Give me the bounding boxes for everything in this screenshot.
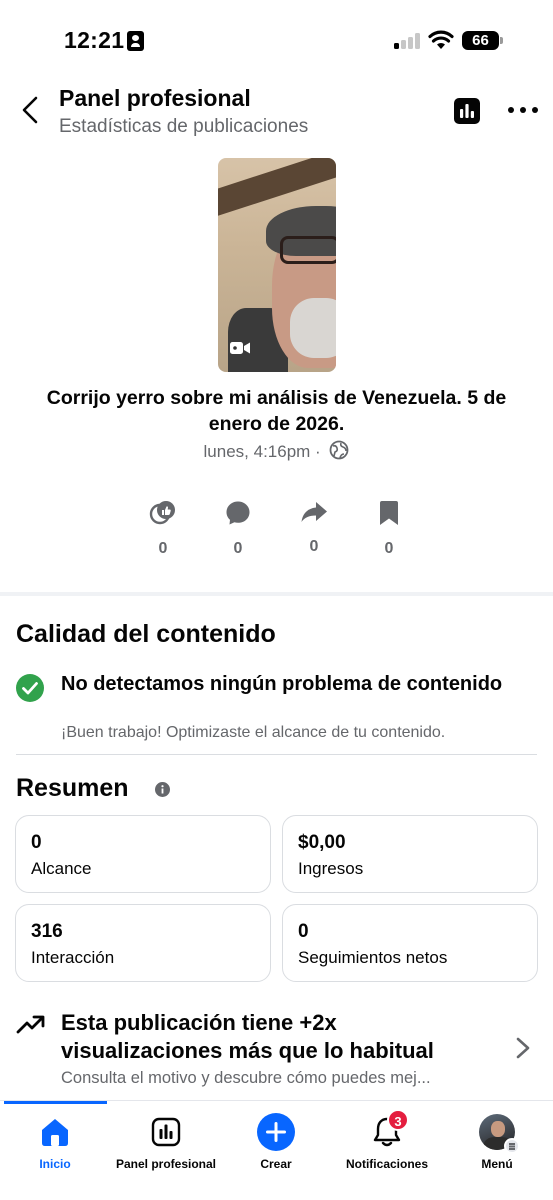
notification-badge: 3 [387, 1109, 409, 1131]
shares-stat: 0 [289, 500, 339, 556]
section-divider [0, 592, 553, 596]
divider [16, 754, 537, 755]
insight-title: Esta publicación tiene +2x visualizacion… [61, 1010, 434, 1063]
tab-notifications[interactable]: 3 Notificaciones [340, 1109, 434, 1171]
id-card-icon [127, 31, 144, 51]
bottom-tab-bar: Inicio Panel profesional Crear 3 Notific… [0, 1100, 553, 1200]
tab-notifications-label: Notificaciones [345, 1157, 429, 1171]
post-thumbnail[interactable] [218, 158, 336, 372]
post-meta: lunes, 4:16pm · [0, 440, 553, 462]
interaction-label: Interacción [31, 948, 115, 967]
plus-icon [257, 1113, 295, 1151]
reach-card[interactable]: 0 Alcance [15, 815, 271, 893]
tab-create-label: Crear [260, 1157, 292, 1171]
battery-icon: 66 [462, 31, 499, 50]
tab-professional-dashboard[interactable]: Panel profesional [109, 1113, 223, 1171]
chevron-right-icon [516, 1037, 530, 1059]
page-title: Panel profesional [59, 85, 251, 111]
comment-icon [226, 501, 250, 525]
reactions-count: 0 [158, 540, 168, 557]
reach-value: 0 [31, 832, 42, 853]
status-bar: 12:21 66 [0, 0, 553, 80]
shares-count: 0 [309, 538, 319, 555]
summary-title: Resumen [16, 774, 129, 802]
net-follows-value: 0 [298, 921, 309, 942]
wifi-icon [428, 30, 454, 49]
saves-count: 0 [384, 540, 394, 557]
net-follows-card[interactable]: 0 Seguimientos netos [282, 904, 538, 982]
tab-menu[interactable]: Menú [470, 1113, 524, 1171]
earnings-value: $0,00 [298, 832, 346, 853]
earnings-card[interactable]: $0,00 Ingresos [282, 815, 538, 893]
header: Panel profesional Estadísticas de public… [0, 80, 553, 146]
battery-tip [500, 37, 503, 44]
net-follows-label: Seguimientos netos [298, 948, 448, 967]
globe-icon [330, 440, 349, 460]
info-icon[interactable] [155, 782, 170, 797]
earnings-label: Ingresos [298, 859, 364, 878]
check-circle-icon [16, 674, 44, 702]
engagement-stats: 0 0 0 0 [0, 500, 553, 570]
insight-subtitle: Consulta el motivo y descubre cómo puede… [61, 1069, 431, 1087]
content-quality-note: ¡Buen trabajo! Optimizaste el alcance de… [61, 724, 446, 741]
content-quality-status: No detectamos ningún problema de conteni… [61, 673, 503, 695]
tab-home[interactable]: Inicio [25, 1113, 85, 1171]
dashboard-icon [151, 1117, 181, 1147]
status-time: 12:21 [64, 27, 125, 53]
cellular-signal-icon [394, 33, 422, 49]
reactions-icon [149, 501, 175, 525]
content-quality-title: Calidad del contenido [16, 620, 276, 648]
more-options-icon[interactable] [507, 100, 539, 120]
bookmark-icon [380, 501, 398, 525]
interaction-card[interactable]: 316 Interacción [15, 904, 271, 982]
interaction-value: 316 [31, 921, 63, 942]
tab-menu-label: Menú [481, 1157, 513, 1171]
insights-chart-icon[interactable] [454, 98, 480, 124]
post-title: Corrijo yerro sobre mi análisis de Venez… [46, 387, 507, 435]
reactions-stat: 0 [138, 500, 188, 558]
comments-stat: 0 [213, 500, 263, 558]
share-icon [301, 502, 327, 522]
trending-up-icon [16, 1015, 45, 1034]
post-date: lunes, 4:16pm · [203, 442, 321, 461]
home-icon [42, 1119, 68, 1146]
tab-professional-dashboard-label: Panel profesional [115, 1157, 217, 1171]
comments-count: 0 [233, 540, 243, 557]
tab-create[interactable]: Crear [246, 1113, 306, 1171]
tab-home-label: Inicio [39, 1157, 71, 1171]
reach-label: Alcance [31, 859, 92, 878]
video-camera-icon [230, 342, 250, 354]
back-arrow-icon[interactable] [16, 94, 46, 126]
menu-icon [504, 1138, 520, 1154]
active-tab-indicator [4, 1101, 107, 1104]
page-subtitle: Estadísticas de publicaciones [59, 116, 309, 137]
saves-stat: 0 [364, 500, 414, 558]
